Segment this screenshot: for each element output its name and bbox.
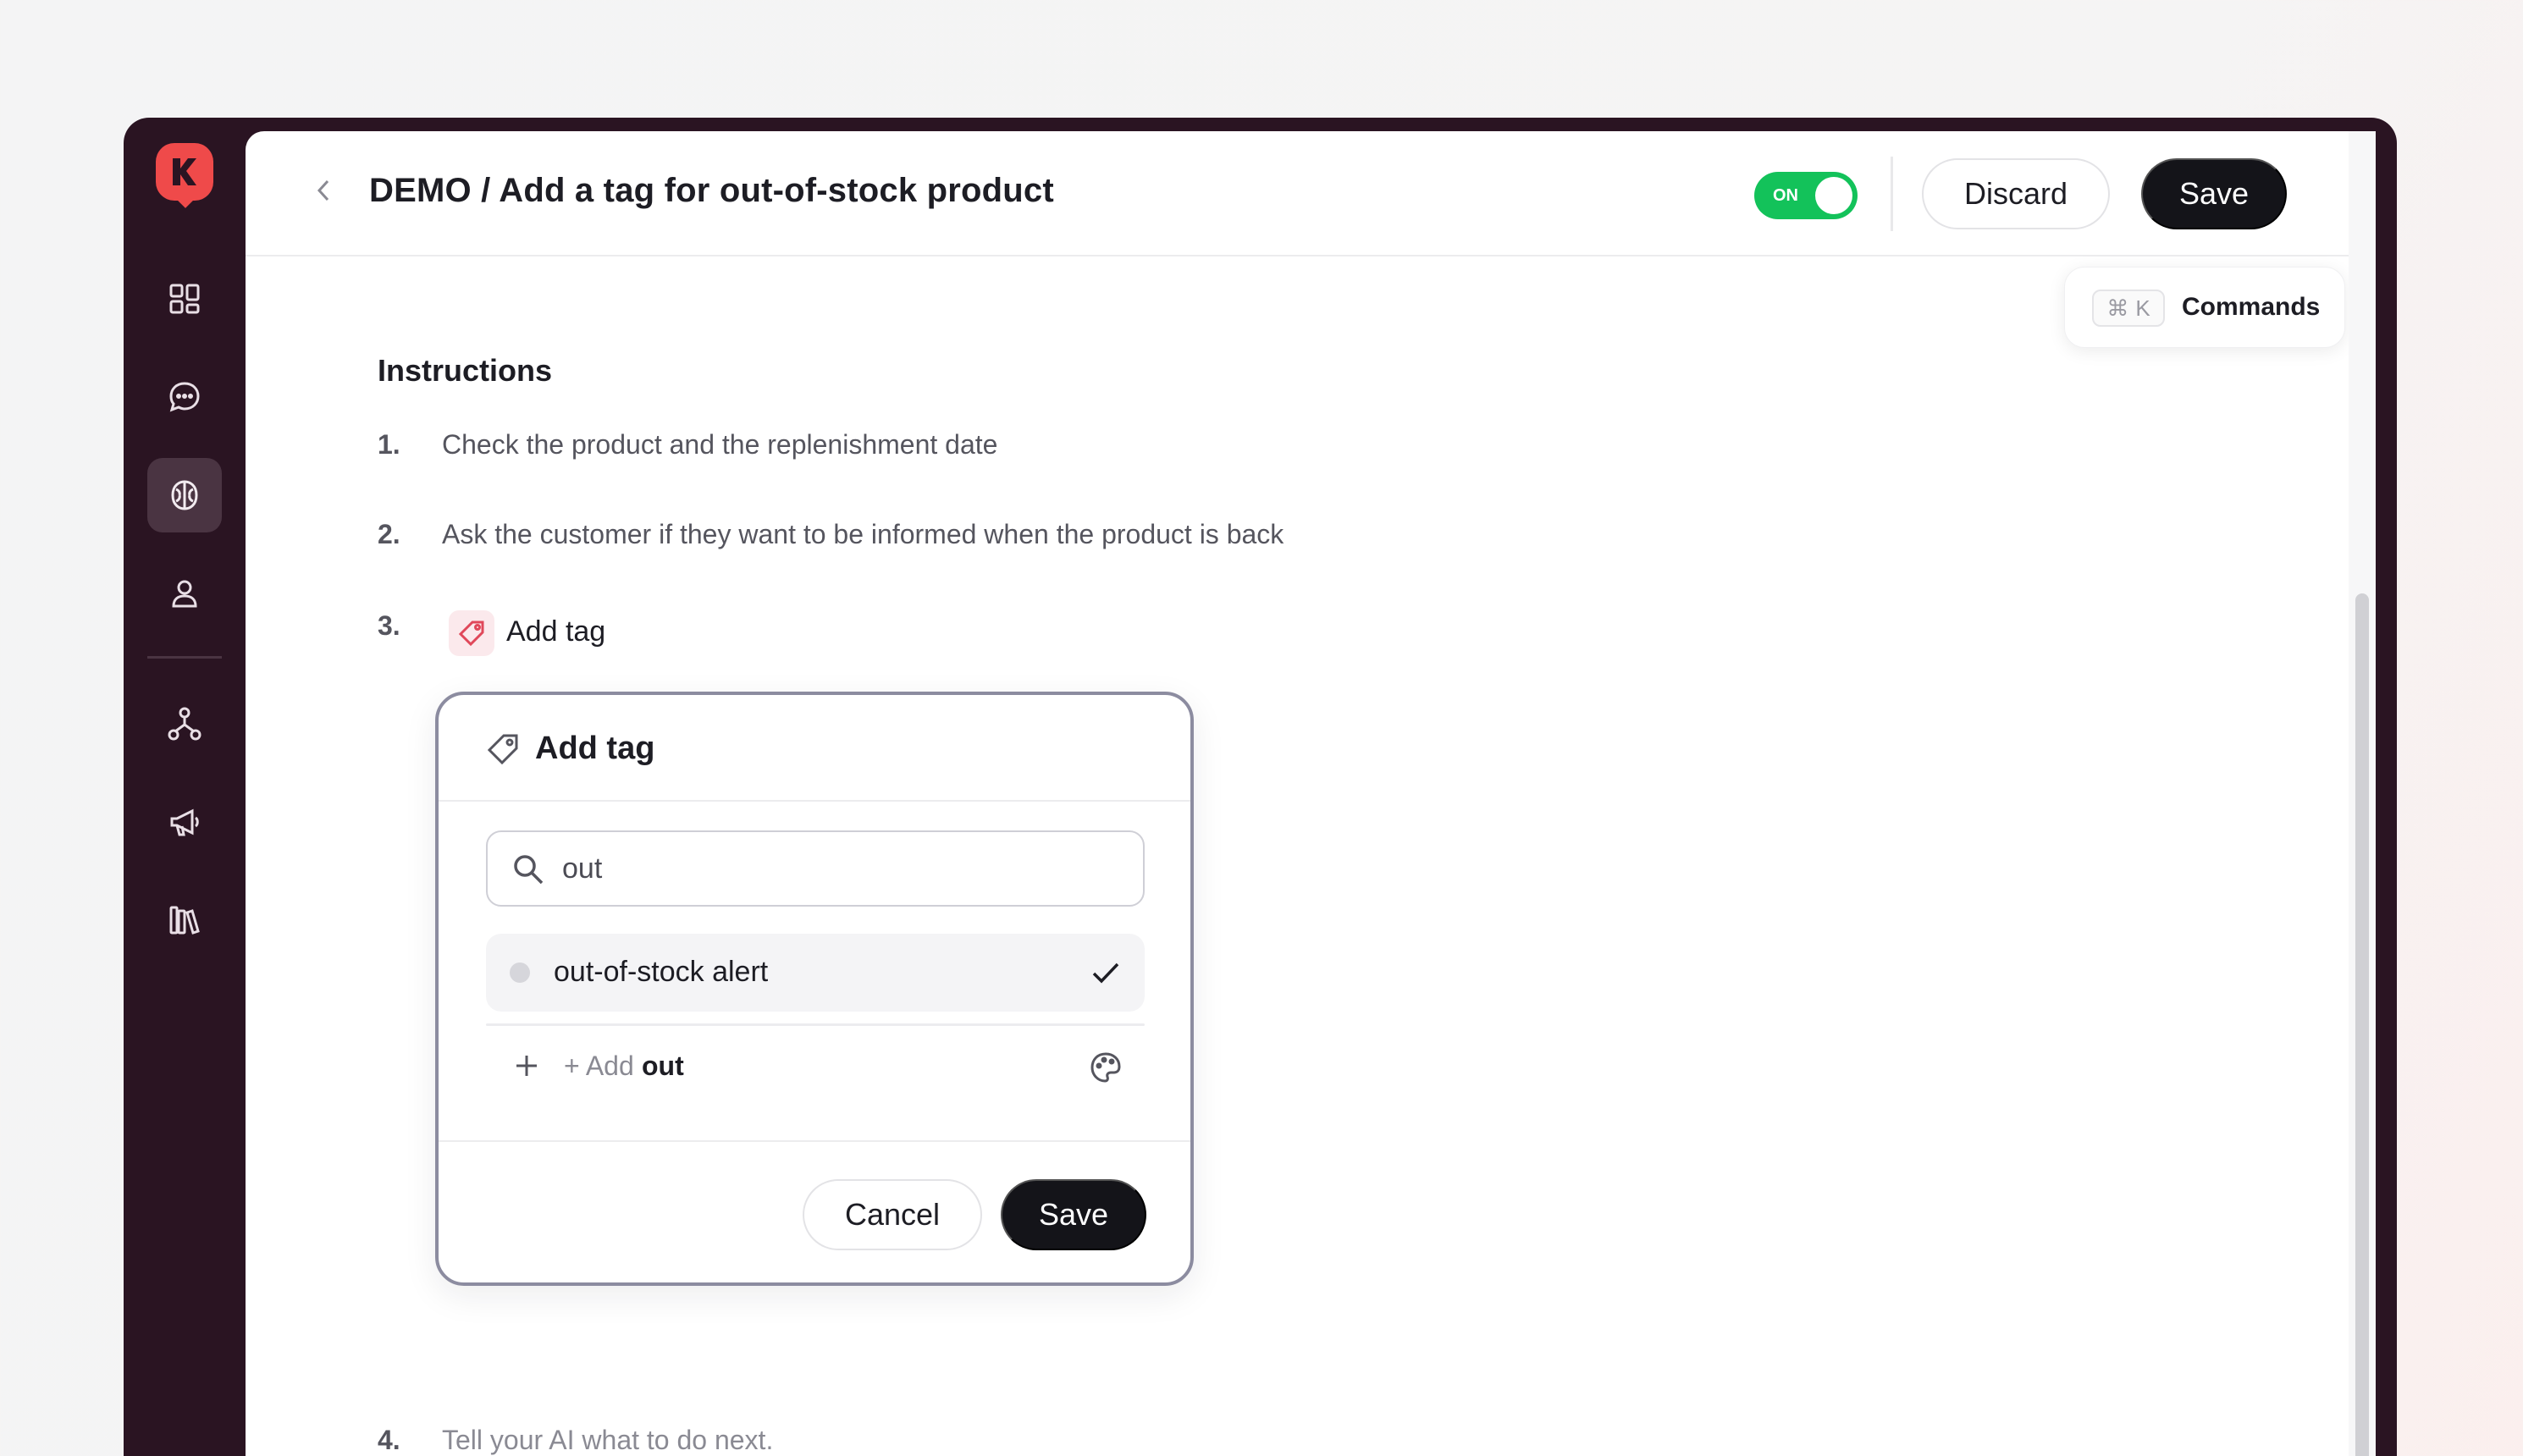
step-text[interactable]: Check the product and the replenishment … <box>442 429 997 461</box>
back-button[interactable] <box>306 174 340 207</box>
step-number: 4. <box>378 1425 400 1455</box>
nav-knowledge[interactable] <box>147 883 222 957</box>
nav-dashboard[interactable] <box>147 262 222 336</box>
create-tag-prefix: + Add <box>564 1051 634 1081</box>
command-key-icon: ⌘ <box>2106 295 2129 321</box>
commands-button[interactable]: ⌘ K Commands <box>2064 267 2345 348</box>
library-icon <box>169 906 200 935</box>
tag-icon <box>458 620 484 647</box>
nav-campaigns[interactable] <box>147 785 222 859</box>
chevron-left-icon <box>317 179 329 201</box>
tag-color-dot <box>510 962 530 983</box>
toggle-label: ON <box>1773 186 1798 205</box>
user-icon <box>172 580 197 608</box>
plus-icon <box>516 1056 537 1076</box>
palette-icon[interactable] <box>1089 1051 1123 1084</box>
network-icon <box>168 707 202 741</box>
tag-icon <box>487 734 518 765</box>
save-button[interactable]: Save <box>2141 158 2287 229</box>
dashboard-icon <box>169 284 200 314</box>
popup-title: Add tag <box>535 731 655 766</box>
megaphone-icon <box>170 808 199 836</box>
add-tag-popup: Add tag out out-of-stock alert + Add out <box>435 692 1194 1286</box>
header-divider <box>1891 157 1893 231</box>
step-text[interactable]: Ask the customer if they want to be info… <box>442 519 1284 550</box>
sidebar-divider <box>147 656 222 659</box>
nav-conversations[interactable] <box>147 360 222 434</box>
shortcut-badge: ⌘ K <box>2092 290 2165 327</box>
chat-icon <box>169 382 200 412</box>
search-icon <box>514 855 544 885</box>
tag-option[interactable]: out-of-stock alert <box>486 934 1145 1012</box>
tag-option-label: out-of-stock alert <box>554 956 769 988</box>
shortcut-key: K <box>2135 295 2150 321</box>
page-title: DEMO / Add a tag for out-of-stock produc… <box>369 172 1054 209</box>
tag-search-input[interactable]: out <box>486 830 1145 907</box>
main-panel: DEMO / Add a tag for out-of-stock produc… <box>246 131 2376 1456</box>
instructions-title: Instructions <box>378 353 553 388</box>
cancel-button[interactable]: Cancel <box>803 1179 982 1250</box>
next-step-placeholder[interactable]: Tell your AI what to do next. <box>442 1425 773 1456</box>
k-logo-icon[interactable] <box>156 143 213 201</box>
sidebar <box>124 118 246 1456</box>
brain-icon <box>171 480 198 510</box>
create-tag-value: out <box>642 1051 684 1081</box>
commands-label: Commands <box>2182 293 2321 321</box>
search-value: out <box>562 852 603 885</box>
popup-footer-divider <box>439 1140 1190 1142</box>
nav-workflows[interactable] <box>147 687 222 761</box>
scrollbar-thumb[interactable] <box>2355 593 2369 1456</box>
nav-contacts[interactable] <box>147 556 222 631</box>
active-toggle[interactable]: ON <box>1754 172 1858 219</box>
popup-header: Add tag <box>439 695 1190 802</box>
popup-save-button[interactable]: Save <box>1001 1179 1146 1250</box>
step-number: 1. <box>378 429 400 460</box>
header-bar: DEMO / Add a tag for out-of-stock produc… <box>246 131 2349 256</box>
add-tag-action-label[interactable]: Add tag <box>506 615 605 648</box>
step-number: 3. <box>378 610 400 641</box>
nav-ai-brain[interactable] <box>147 458 222 532</box>
check-icon <box>1092 962 1119 984</box>
add-tag-action-chip[interactable] <box>449 610 494 656</box>
discard-button[interactable]: Discard <box>1922 158 2110 229</box>
create-tag-option[interactable]: + Add out <box>486 1032 1145 1103</box>
list-divider <box>486 1023 1145 1026</box>
step-number: 2. <box>378 519 400 549</box>
toggle-knob <box>1815 177 1852 214</box>
